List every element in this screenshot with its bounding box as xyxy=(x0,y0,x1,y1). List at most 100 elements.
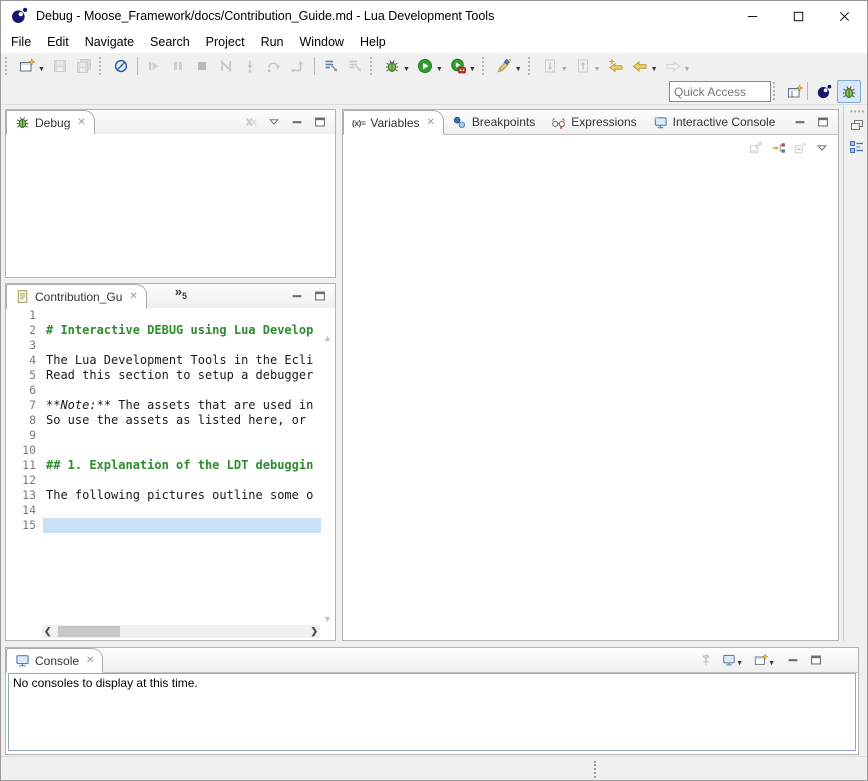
variables-view-content[interactable] xyxy=(343,159,838,640)
editor-line[interactable]: 2# Interactive DEBUG using Lua Develop xyxy=(6,323,335,338)
tab-contribution-guide[interactable]: Contribution_Gu ✕ xyxy=(6,284,147,309)
chevron-down-icon[interactable]: ▼ xyxy=(469,66,476,73)
variables-maximize-button[interactable] xyxy=(815,114,831,130)
tab-console[interactable]: Console ✕ xyxy=(6,648,103,673)
editor-vertical-scrollbar[interactable]: ▲ ▼ xyxy=(321,333,334,624)
debug-view-menu-button[interactable] xyxy=(266,114,282,130)
editor-line[interactable]: 7**Note:** The assets that are used in xyxy=(6,398,335,413)
editor-line[interactable]: 11## 1. Explanation of the LDT debuggin xyxy=(6,458,335,473)
close-icon[interactable]: ✕ xyxy=(86,655,94,666)
new-wizard-button[interactable] xyxy=(16,55,38,77)
close-icon[interactable]: ✕ xyxy=(77,117,85,128)
tab-debug[interactable]: Debug ✕ xyxy=(6,110,95,135)
open-console-button[interactable] xyxy=(753,652,769,668)
window-maximize-button[interactable] xyxy=(775,1,821,31)
restore-view-button[interactable] xyxy=(848,117,866,135)
show-logical-structure-button[interactable] xyxy=(770,140,786,156)
step-filters-icon xyxy=(323,58,339,74)
previous-annotation-button xyxy=(572,55,594,77)
chevron-down-icon[interactable]: ▼ xyxy=(651,66,658,73)
chevron-down-icon[interactable]: ▼ xyxy=(515,66,522,73)
editor-line[interactable]: 10 xyxy=(6,443,335,458)
close-icon[interactable]: ✕ xyxy=(427,117,435,128)
chevron-down-icon[interactable]: ▼ xyxy=(736,660,743,667)
debug-maximize-button[interactable] xyxy=(312,114,328,130)
pin-icon xyxy=(699,653,713,667)
chevron-down-icon[interactable]: ▼ xyxy=(38,66,45,73)
tab-interactive-console[interactable]: Interactive Console xyxy=(645,110,784,134)
menu-search[interactable]: Search xyxy=(142,33,198,51)
show-type-names-icon xyxy=(749,141,763,155)
editor-line[interactable]: 14 xyxy=(6,503,335,518)
editor-horizontal-scrollbar[interactable]: ❮ ❯ xyxy=(42,625,320,638)
editor-line[interactable]: 5Read this section to setup a debugger xyxy=(6,368,335,383)
status-bar xyxy=(1,756,867,781)
debug-minimize-button[interactable] xyxy=(289,114,305,130)
chevron-down-icon[interactable]: ▼ xyxy=(768,660,775,667)
open-perspective-button[interactable] xyxy=(783,80,807,103)
debug-perspective-button[interactable] xyxy=(837,80,861,103)
editor-line[interactable]: 3 xyxy=(6,338,335,353)
chevron-down-icon[interactable]: ▼ xyxy=(403,66,410,73)
lua-perspective-button[interactable] xyxy=(812,80,836,103)
window-close-button[interactable] xyxy=(821,1,867,31)
trim-handle[interactable]: •••• xyxy=(850,107,865,116)
remove-terminated-button xyxy=(243,114,259,130)
console-minimize-button[interactable] xyxy=(785,652,801,668)
use-step-filters-button[interactable] xyxy=(320,55,342,77)
window-minimize-button[interactable] xyxy=(729,1,775,31)
editor-maximize-button[interactable] xyxy=(312,288,328,304)
scrollbar-thumb[interactable] xyxy=(58,626,120,637)
profile-button[interactable] xyxy=(447,55,469,77)
chevron-down-icon[interactable]: ▼ xyxy=(436,66,443,73)
external-tools-button[interactable] xyxy=(493,55,515,77)
tab-expressions[interactable]: Expressions xyxy=(543,110,644,134)
editor-line[interactable]: 9 xyxy=(6,428,335,443)
close-icon[interactable]: ✕ xyxy=(129,291,137,302)
variables-view-menu-button[interactable] xyxy=(814,140,830,156)
scroll-right-icon[interactable]: ❯ xyxy=(310,626,318,637)
variables-minimize-button[interactable] xyxy=(792,114,808,130)
debug-button[interactable] xyxy=(381,55,403,77)
outline-view-button[interactable] xyxy=(848,139,866,157)
step-return-button xyxy=(287,55,309,77)
editor-text-area[interactable]: 12# Interactive DEBUG using Lua Develop3… xyxy=(6,308,335,640)
menu-file[interactable]: File xyxy=(3,33,39,51)
menu-navigate[interactable]: Navigate xyxy=(77,33,142,51)
editor-line[interactable]: 4The Lua Development Tools in the Ecli xyxy=(6,353,335,368)
run-button[interactable] xyxy=(414,55,436,77)
menu-help[interactable]: Help xyxy=(352,33,394,51)
toolbar-handle xyxy=(99,57,106,75)
new-icon xyxy=(19,58,35,74)
display-selected-console-button[interactable] xyxy=(721,652,737,668)
editor-line[interactable]: 1 xyxy=(6,308,335,323)
editor-line[interactable]: 6 xyxy=(6,383,335,398)
editor-line[interactable]: 12 xyxy=(6,473,335,488)
console-maximize-button[interactable] xyxy=(808,652,824,668)
menu-project[interactable]: Project xyxy=(198,33,253,51)
debug-view-content[interactable] xyxy=(6,134,335,277)
scroll-left-icon[interactable]: ❮ xyxy=(44,626,52,637)
last-edit-location-button[interactable] xyxy=(605,55,627,77)
menu-window[interactable]: Window xyxy=(292,33,352,51)
suspend-button xyxy=(167,55,189,77)
editor-line[interactable]: 13The following pictures outline some o xyxy=(6,488,335,503)
resume-icon xyxy=(146,58,162,74)
menu-run[interactable]: Run xyxy=(253,33,292,51)
hidden-editors-chevron[interactable]: » 5 xyxy=(175,284,187,308)
skip-all-breakpoints-button[interactable] xyxy=(110,55,132,77)
menu-edit[interactable]: Edit xyxy=(39,33,77,51)
back-button[interactable] xyxy=(629,55,651,77)
editor-line[interactable]: 15 xyxy=(6,518,335,533)
quick-access-input[interactable] xyxy=(669,81,771,102)
tab-breakpoints[interactable]: Breakpoints xyxy=(444,110,543,134)
line-text xyxy=(43,443,321,458)
status-bar-handle[interactable] xyxy=(594,761,596,778)
scroll-down-icon[interactable]: ▼ xyxy=(323,614,332,624)
tab-variables[interactable]: (x)= Variables ✕ xyxy=(343,110,444,135)
console-content[interactable]: No consoles to display at this time. xyxy=(8,673,856,751)
editor-line[interactable]: 8So use the assets as listed here, or xyxy=(6,413,335,428)
chevron-down-icon: ▼ xyxy=(594,66,601,73)
scroll-up-icon[interactable]: ▲ xyxy=(323,333,332,343)
editor-minimize-button[interactable] xyxy=(289,288,305,304)
